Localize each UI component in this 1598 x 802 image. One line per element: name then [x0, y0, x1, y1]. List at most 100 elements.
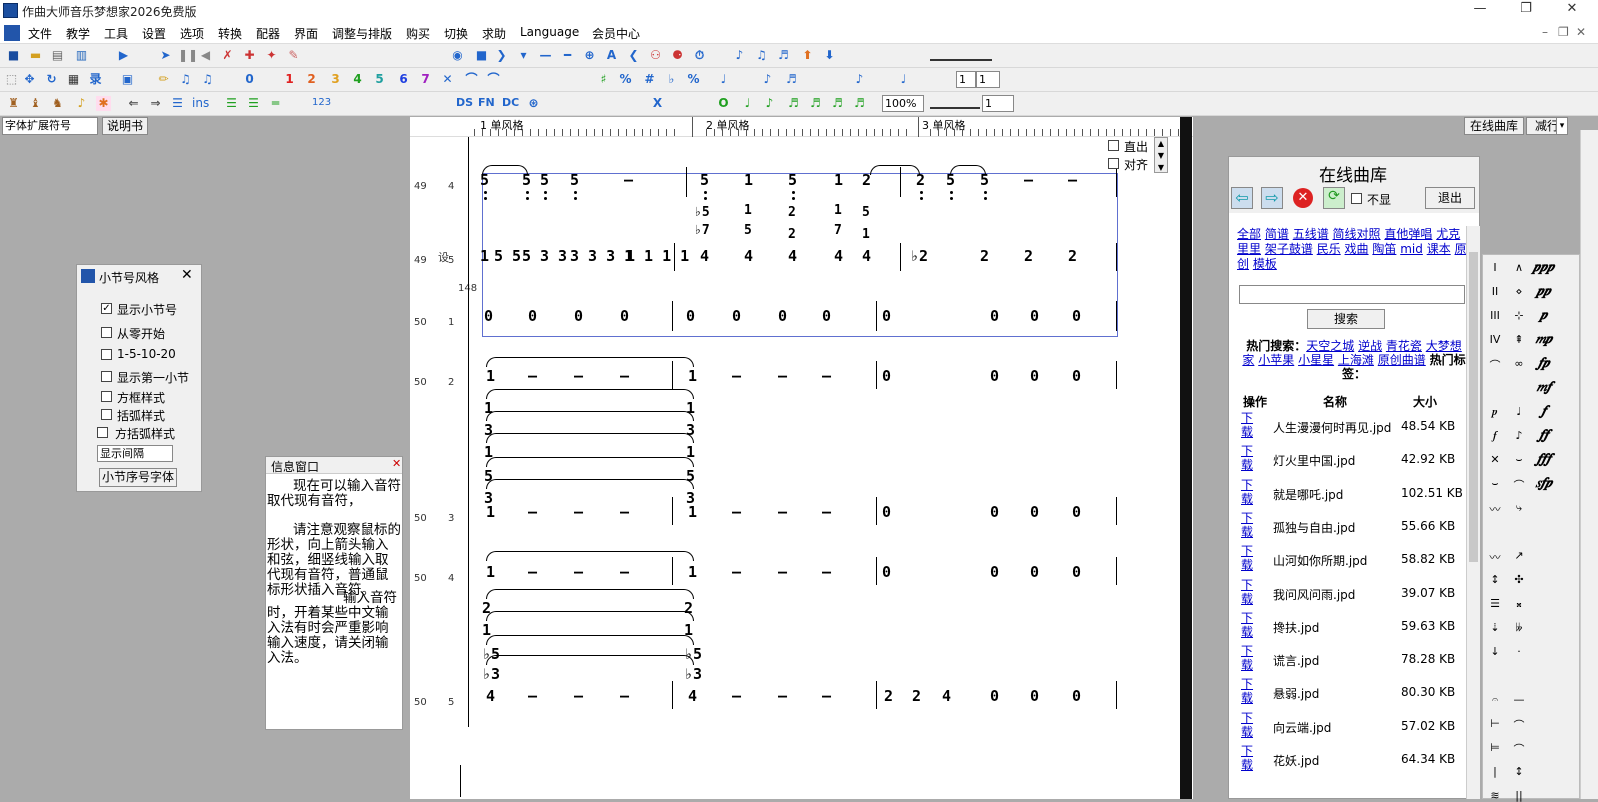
category-link[interactable]: 全部	[1237, 227, 1261, 241]
drum-icon[interactable]: ✱	[96, 96, 111, 111]
score-note[interactable]: 0	[1072, 307, 1081, 325]
score-note[interactable]: 2	[788, 227, 796, 242]
score-note[interactable]: 5	[946, 171, 955, 189]
menu-buy[interactable]: 购买	[406, 25, 430, 42]
score-note[interactable]: –	[528, 367, 537, 385]
score-note[interactable]: –	[732, 687, 741, 705]
manual-button[interactable]: 说明书	[102, 117, 148, 135]
score-note[interactable]: 0	[990, 563, 999, 581]
dynamic-mark-icon[interactable]: 𝆍𝆑𝆏	[1529, 475, 1559, 491]
open-icon[interactable]: ▬	[28, 48, 43, 63]
score-note[interactable]: ♭5	[694, 205, 710, 220]
digit-1-icon[interactable]: 1	[282, 72, 297, 87]
quarter-icon[interactable]: ♩	[716, 72, 731, 87]
score-note[interactable]: –	[624, 171, 633, 189]
beam-note-icon[interactable]: ♫	[178, 72, 193, 87]
symbol-select[interactable]: 字体扩展符号	[2, 117, 98, 135]
edit-icon[interactable]: ✦	[264, 48, 279, 63]
direct-out-checkbox[interactable]	[1108, 140, 1119, 151]
score-note[interactable]: 1	[834, 171, 843, 189]
score-note[interactable]: 2	[1024, 247, 1033, 265]
pause-icon[interactable]: ❚❚	[178, 48, 198, 63]
score-scrollbar[interactable]	[1180, 117, 1192, 799]
score-note[interactable]: 0	[1030, 307, 1039, 325]
arrow-left-icon[interactable]: ❮	[626, 48, 641, 63]
palette-symbol-icon[interactable]: ⊹	[1511, 309, 1527, 322]
score-note[interactable]: –	[528, 503, 537, 521]
score-note[interactable]: 2	[862, 171, 871, 189]
score-note[interactable]: 5	[788, 171, 797, 189]
hot-search-link[interactable]: 上海滩	[1338, 353, 1374, 367]
category-link[interactable]: 直他弹唱	[1384, 227, 1432, 241]
download-link[interactable]: 下载	[1241, 711, 1261, 739]
palette-symbol-icon[interactable]: ⤷	[1511, 501, 1527, 515]
score-note[interactable]: –	[574, 687, 583, 705]
spinner-arrows[interactable]: ▲ ▼ ▼	[1154, 137, 1168, 173]
score-note[interactable]: 5	[570, 171, 579, 189]
dynamic-mark-icon[interactable]: 𝆑𝆑𝆑	[1529, 451, 1559, 467]
category-link[interactable]: 戏曲	[1345, 242, 1369, 256]
quarter2-icon[interactable]: ♩	[896, 72, 911, 87]
score-note[interactable]: –	[778, 503, 787, 521]
menu-layout[interactable]: 调整与排版	[332, 25, 392, 42]
menu-file[interactable]: 文件	[28, 25, 52, 42]
score-note[interactable]: –	[620, 687, 629, 705]
score-note[interactable]: –	[778, 367, 787, 385]
download-link[interactable]: 下载	[1241, 677, 1261, 705]
palette-symbol-icon[interactable]: 𝄫	[1511, 621, 1527, 635]
score-note[interactable]: 1	[688, 367, 697, 385]
right-scrollbar[interactable]	[1580, 130, 1598, 799]
print-icon[interactable]: ▤	[50, 48, 65, 63]
score-note[interactable]: ♭3	[482, 665, 500, 683]
insert-icon[interactable]: ins	[192, 96, 209, 110]
field-b-input[interactable]: 1	[976, 71, 1000, 88]
menu-convert[interactable]: 转换	[218, 25, 242, 42]
score-note[interactable]: –	[778, 563, 787, 581]
align3-icon[interactable]: ═	[268, 96, 283, 111]
score-note[interactable]: 0	[620, 307, 629, 325]
library-scroll-thumb[interactable]	[1469, 252, 1478, 562]
palette-symbol-icon[interactable]: III	[1487, 309, 1503, 322]
link2-icon[interactable]: ⚈	[670, 48, 685, 63]
score-note[interactable]: 1	[862, 227, 870, 242]
score-note[interactable]: 0	[1030, 687, 1039, 705]
score-note[interactable]: 0	[882, 307, 891, 325]
flat-icon[interactable]: ♭	[664, 72, 679, 87]
download-link[interactable]: 下载	[1241, 411, 1261, 439]
score-note[interactable]: 5	[744, 223, 752, 238]
score-note[interactable]: 0	[882, 503, 891, 521]
menu-tools[interactable]: 工具	[104, 25, 128, 42]
select-icon[interactable]: ⬚	[4, 72, 19, 87]
record-icon[interactable]: 录	[88, 72, 103, 87]
score-note[interactable]: 3 3	[540, 247, 567, 265]
list-icon[interactable]: ☰	[170, 96, 185, 111]
palette-symbol-icon[interactable]: II	[1487, 285, 1503, 298]
score-note[interactable]: 2	[884, 687, 893, 705]
palette-symbol-icon[interactable]: ♩	[1511, 405, 1527, 418]
category-link[interactable]: 陶笛	[1372, 242, 1396, 256]
score-note[interactable]: –	[1024, 171, 1033, 189]
beam-note2-icon[interactable]: ♫	[200, 72, 215, 87]
score-note[interactable]: 5	[540, 171, 549, 189]
score-note[interactable]: –	[778, 687, 787, 705]
forward-nav-icon[interactable]: ⇨	[1261, 187, 1283, 209]
score-note[interactable]: 2	[788, 205, 796, 220]
score-note[interactable]: 5	[862, 205, 870, 220]
score-note[interactable]: 0	[1030, 563, 1039, 581]
score-note[interactable]: 4	[788, 247, 797, 265]
score-note[interactable]: 0	[686, 307, 695, 325]
dynamic-mark-icon[interactable]: 𝆏𝆏𝆏	[1529, 259, 1559, 275]
score-note[interactable]: 0	[1072, 687, 1081, 705]
loop-icon[interactable]: ◉	[450, 48, 465, 63]
score-note[interactable]: 4	[942, 687, 951, 705]
reduce-dropdown-icon[interactable]: ▾	[1556, 117, 1568, 135]
digit-7-icon[interactable]: 7	[418, 72, 433, 87]
natural-icon[interactable]: %	[686, 72, 701, 87]
score-note[interactable]: –	[574, 563, 583, 581]
next-icon[interactable]: ❯	[494, 48, 509, 63]
hot-search-link[interactable]: 小星星	[1298, 353, 1334, 367]
sixteenth-icon[interactable]: ♬	[784, 72, 799, 87]
score-note[interactable]: 1	[486, 563, 495, 581]
back-icon[interactable]: ◀	[198, 48, 213, 63]
score-note[interactable]: 5	[522, 247, 531, 265]
